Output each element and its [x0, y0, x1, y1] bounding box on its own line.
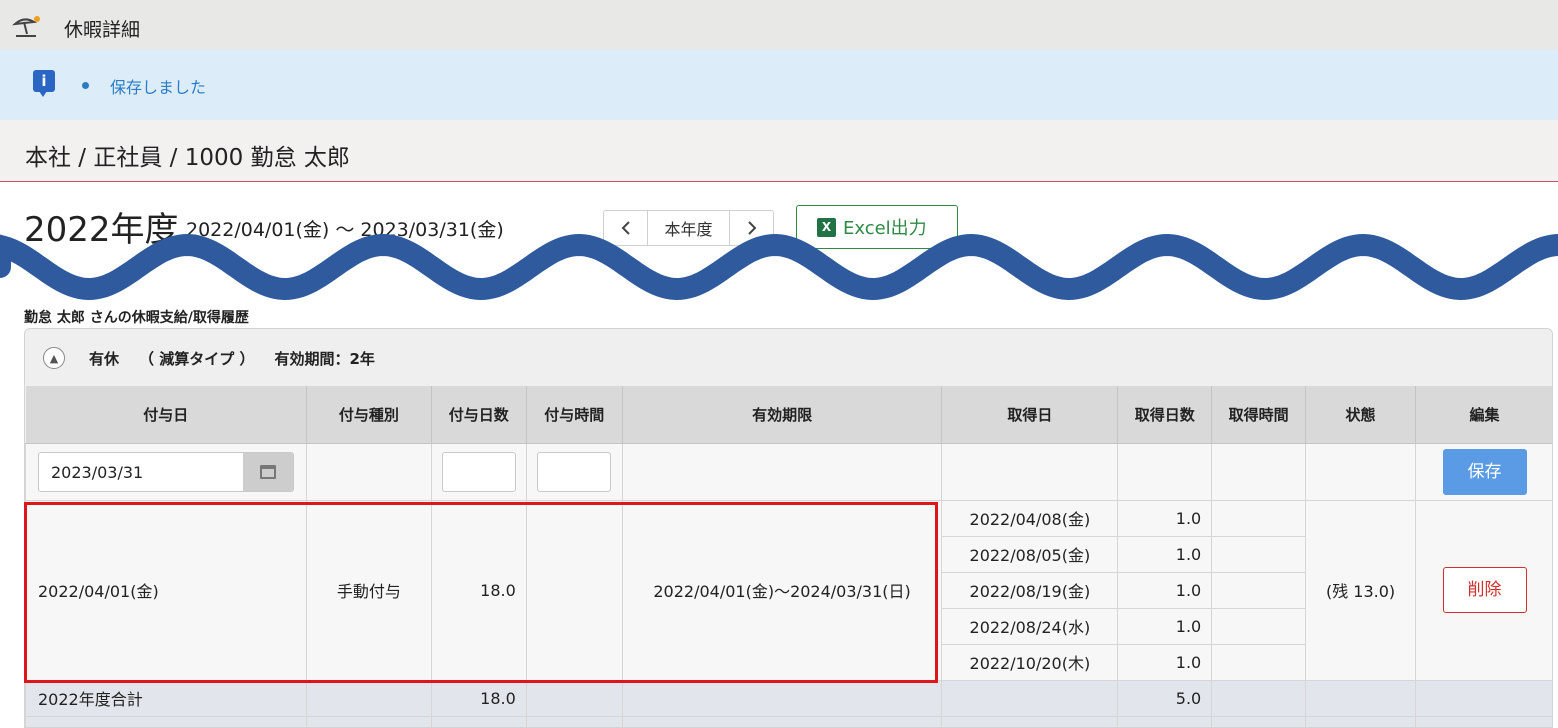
total-grant-days: 18.0 [430, 679, 527, 717]
calendar-button[interactable] [243, 452, 293, 491]
table-header-row: 付与日 付与種別 付与日数 付与時間 有効期限 取得日 取得日数 取得時間 状態… [25, 386, 1552, 444]
leave-history-table: 付与日 付与種別 付与日数 付与時間 有効期限 取得日 取得日数 取得時間 状態… [25, 386, 1552, 727]
total-used-days: 5.0 [1117, 679, 1213, 717]
notice-message: 保存しました [110, 78, 207, 97]
input-row: 2023/03/31 保存 [25, 442, 1552, 501]
status-cell: (残 13.0) [1305, 499, 1416, 681]
breadcrumb: 本社 / 正社員 / 1000 勤怠 太郎 [25, 145, 350, 171]
leave-subtype: （ 減算タイプ ） [139, 349, 255, 368]
used-days-cell: 1.0 [1117, 499, 1213, 537]
info-icon: i [33, 70, 55, 97]
col-grant-date: 付与日 [25, 386, 307, 444]
col-used-days: 取得日数 [1117, 386, 1213, 444]
panel-header: ▲ 有休 （ 減算タイプ ） 有効期間：2年 [25, 329, 1552, 387]
calendar-icon [260, 464, 276, 479]
bullet-dot [82, 82, 89, 89]
grant-type-cell: 手動付与 [305, 499, 432, 681]
chevron-up-icon[interactable]: ▲ [43, 347, 65, 369]
table-row: 2022/04/01(金) 手動付与 18.0 2022/04/01(金)～20… [25, 499, 1552, 681]
used-date-cell: 2022/08/05(金) [941, 535, 1119, 573]
total-row: 2022年度合計 18.0 5.0 [25, 679, 1552, 717]
leave-type: 有休 [89, 349, 120, 368]
beach-umbrella-icon [12, 16, 40, 37]
used-date-cell: 2022/04/08(金) [941, 499, 1119, 537]
info-banner [0, 50, 1558, 120]
leave-validity: 有効期間：2年 [274, 349, 375, 368]
grant-date-cell: 2022/04/01(金) [25, 499, 307, 681]
grant-days-cell: 18.0 [430, 499, 527, 681]
grant-days-input[interactable] [441, 451, 516, 492]
used-days-cell: 1.0 [1117, 643, 1213, 681]
used-date-cell: 2022/08/24(水) [941, 607, 1119, 645]
total-label: 2022年度合計 [25, 679, 307, 717]
col-status: 状態 [1305, 386, 1416, 444]
used-days-cell: 1.0 [1117, 535, 1213, 573]
grant-date-input[interactable]: 2023/03/31 [38, 451, 294, 492]
used-date-cell: 2022/10/20(木) [941, 643, 1119, 681]
table-row [25, 715, 1552, 727]
grant-hours-input[interactable] [537, 451, 612, 492]
col-expiry: 有効期限 [622, 386, 943, 444]
col-grant-type: 付与種別 [306, 386, 432, 444]
used-days-cell: 1.0 [1117, 571, 1213, 609]
col-used-hours: 取得時間 [1211, 386, 1307, 444]
used-date-cell: 2022/08/19(金) [941, 571, 1119, 609]
wave-decoration [0, 233, 1558, 301]
col-edit: 編集 [1415, 386, 1552, 444]
expiry-cell: 2022/04/01(金)～2024/03/31(日) [621, 499, 943, 681]
delete-button[interactable]: 削除 [1442, 567, 1527, 613]
used-days-cell: 1.0 [1117, 607, 1213, 645]
leave-panel: ▲ 有休 （ 減算タイプ ） 有効期間：2年 付与日 付与種別 付与日数 付与時… [24, 328, 1553, 728]
title-bar: 休暇詳細 [0, 0, 1558, 50]
col-grant-hours: 付与時間 [526, 386, 623, 444]
grant-date-value: 2023/03/31 [51, 462, 144, 482]
save-button[interactable]: 保存 [1442, 448, 1527, 495]
col-used-date: 取得日 [941, 386, 1119, 444]
col-grant-days: 付与日数 [431, 386, 527, 444]
page-title: 休暇詳細 [64, 19, 141, 41]
history-title: 勤怠 太郎 さんの休暇支給/取得履歴 [24, 310, 249, 326]
